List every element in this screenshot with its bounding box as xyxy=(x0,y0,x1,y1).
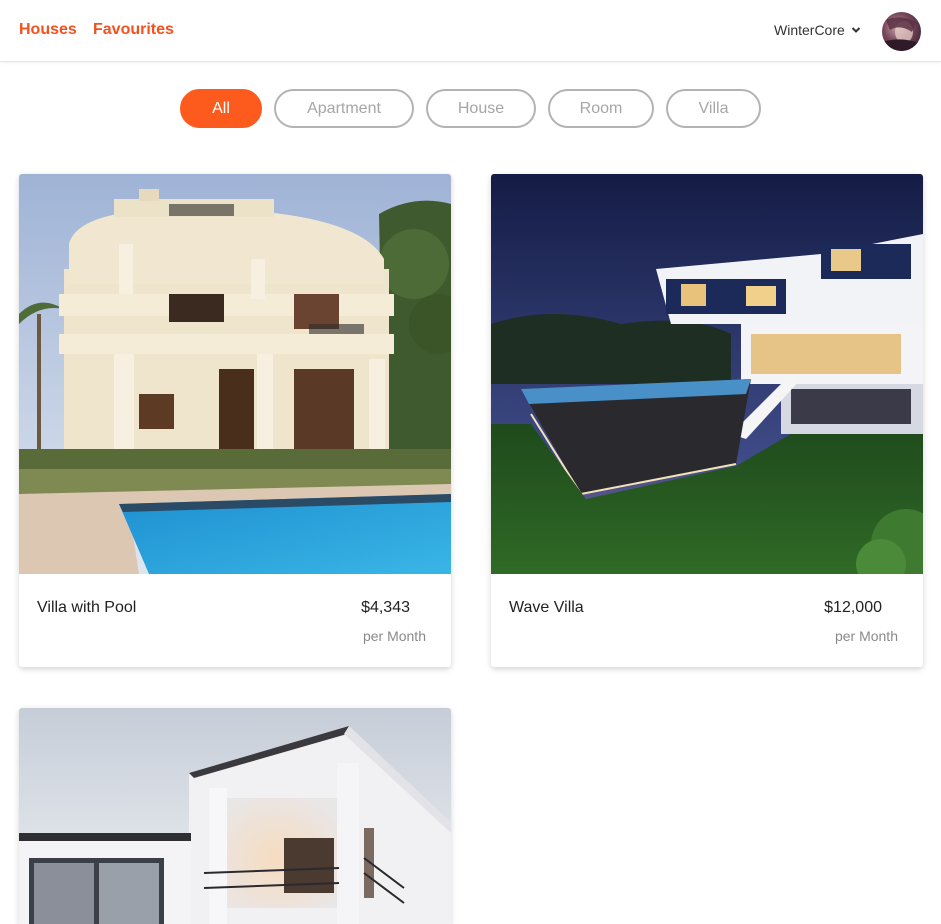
chevron-down-icon xyxy=(851,27,861,33)
nav-favourites-link[interactable]: Favourites xyxy=(93,21,174,39)
avatar[interactable] xyxy=(882,12,921,51)
listing-photo xyxy=(19,708,451,924)
listing-card[interactable]: Wave Villa $12,000 per Month xyxy=(491,174,923,667)
listing-price-period: per Month xyxy=(362,628,426,644)
listing-price: $4,343 xyxy=(361,599,410,616)
listing-photo xyxy=(19,174,451,574)
nav-houses-link[interactable]: Houses xyxy=(19,21,77,39)
filter-all[interactable]: All xyxy=(180,89,262,128)
filter-apartment[interactable]: Apartment xyxy=(274,89,414,128)
listing-price: $12,000 xyxy=(824,599,882,616)
user-menu[interactable]: WinterCore xyxy=(774,22,861,38)
listing-name: Wave Villa xyxy=(509,599,584,616)
listing-card[interactable]: Villa with Pool $4,343 per Month xyxy=(19,174,451,667)
listing-photo xyxy=(491,174,923,574)
filter-villa[interactable]: Villa xyxy=(666,89,761,128)
top-navbar: Houses Favourites WinterCore xyxy=(0,0,941,62)
filter-room[interactable]: Room xyxy=(548,89,654,128)
filter-house[interactable]: House xyxy=(426,89,536,128)
listing-price-period: per Month xyxy=(834,628,898,644)
listing-card[interactable] xyxy=(19,708,451,924)
username-label: WinterCore xyxy=(774,22,845,38)
listing-name: Villa with Pool xyxy=(37,599,137,616)
